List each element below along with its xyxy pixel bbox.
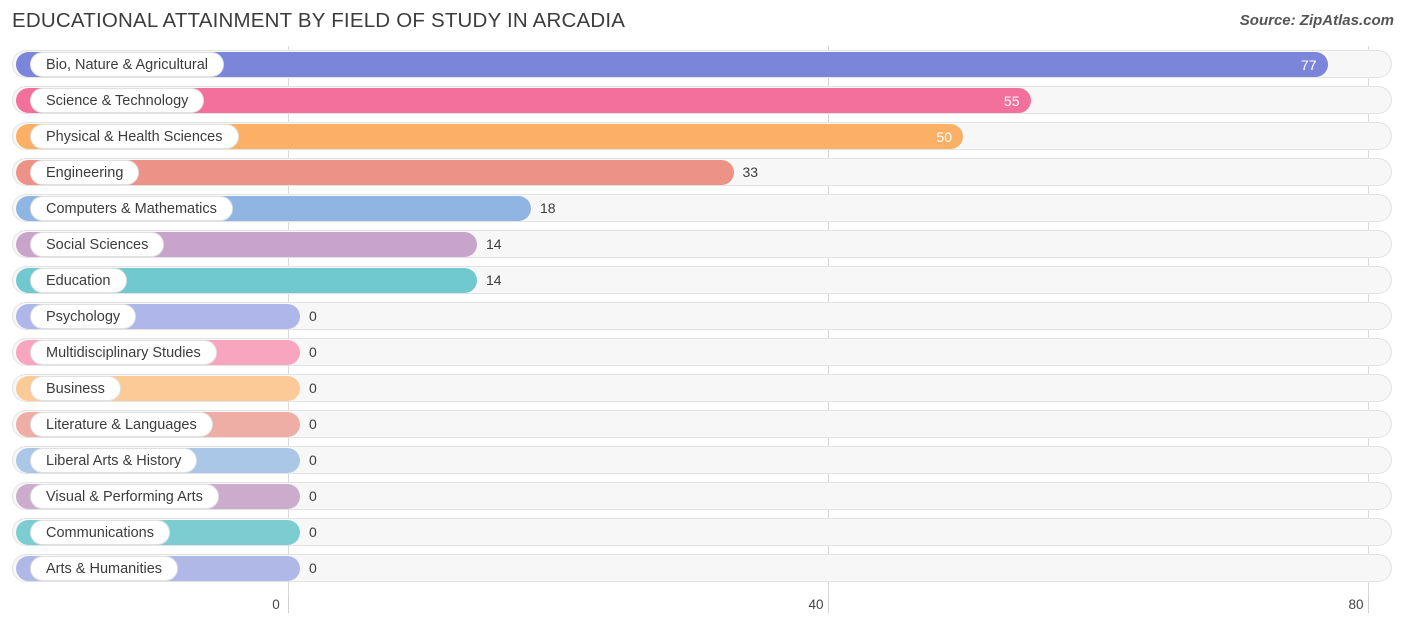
bar-value-label: 50 xyxy=(936,128,952,145)
chart-row[interactable]: 0 Arts & Humanities xyxy=(0,550,1406,586)
chart-row[interactable]: 77 Bio, Nature & Agricultural xyxy=(0,46,1406,82)
bar-value-label: 33 xyxy=(742,164,759,180)
bar-value-label: 14 xyxy=(486,272,502,288)
chart-row[interactable]: 50 Physical & Health Sciences xyxy=(0,118,1406,154)
chart-row[interactable]: 0 Communications xyxy=(0,514,1406,550)
category-label[interactable]: Engineering xyxy=(30,160,140,185)
bar-value-label: 18 xyxy=(540,200,556,216)
category-label[interactable]: Psychology xyxy=(30,304,137,329)
category-label[interactable]: Literature & Languages xyxy=(30,412,213,437)
plot-area: 77 Bio, Nature & Agricultural 55 Science & … xyxy=(0,46,1406,595)
category-label[interactable]: Visual & Performing Arts xyxy=(30,484,219,509)
bar-value-label: 0 xyxy=(309,308,317,324)
chart-header: EDUCATIONAL ATTAINMENT BY FIELD OF STUDY… xyxy=(0,0,1406,46)
chart-row[interactable]: 0 Liberal Arts & History xyxy=(0,442,1406,478)
chart-row[interactable]: 0 Literature & Languages xyxy=(0,406,1406,442)
category-label[interactable]: Business xyxy=(30,376,121,401)
category-label[interactable]: Arts & Humanities xyxy=(30,556,179,581)
category-label[interactable]: Multidisciplinary Studies xyxy=(30,340,217,365)
chart-row[interactable]: 0 Psychology xyxy=(0,298,1406,334)
chart-root: EDUCATIONAL ATTAINMENT BY FIELD OF STUDY… xyxy=(0,0,1406,631)
chart-row[interactable]: 14 Social Sciences xyxy=(0,226,1406,262)
bar-value-label: 0 xyxy=(309,524,317,540)
axis-tick-mark xyxy=(828,595,829,613)
category-label[interactable]: Physical & Health Sciences xyxy=(30,124,239,149)
bar-value-label: 55 xyxy=(1003,92,1020,109)
bar-value-label: 0 xyxy=(309,344,317,360)
bar-value-label: 14 xyxy=(486,236,502,252)
x-axis: 0 40 80 xyxy=(0,595,1406,631)
page-title: EDUCATIONAL ATTAINMENT BY FIELD OF STUDY… xyxy=(12,9,626,32)
bar-value-label: 0 xyxy=(309,488,317,504)
category-label[interactable]: Bio, Nature & Agricultural xyxy=(30,52,224,77)
category-label[interactable]: Social Sciences xyxy=(30,232,165,257)
category-label[interactable]: Computers & Mathematics xyxy=(30,196,233,221)
category-label[interactable]: Education xyxy=(30,268,127,293)
bar-value-label: 0 xyxy=(309,560,317,576)
category-label[interactable]: Science & Technology xyxy=(30,88,205,113)
chart-row[interactable]: 0 Business xyxy=(0,370,1406,406)
bar-value-label: 77 xyxy=(1300,56,1317,73)
source-attribution: Source: ZipAtlas.com xyxy=(1239,12,1394,29)
axis-tick-label: 0 xyxy=(272,597,280,612)
axis-tick-label: 40 xyxy=(808,597,824,612)
axis-tick-mark xyxy=(288,595,289,613)
bar-value-label: 0 xyxy=(309,380,317,396)
chart-row[interactable]: 14 Education xyxy=(0,262,1406,298)
chart-row[interactable]: 33 Engineering xyxy=(0,154,1406,190)
bar-value-label: 0 xyxy=(309,452,317,468)
chart-row[interactable]: 0 Visual & Performing Arts xyxy=(0,478,1406,514)
category-label[interactable]: Liberal Arts & History xyxy=(30,448,198,473)
category-label[interactable]: Communications xyxy=(30,520,170,545)
axis-tick-mark xyxy=(1368,595,1369,613)
chart-row[interactable]: 55 Science & Technology xyxy=(0,82,1406,118)
axis-tick-label: 80 xyxy=(1348,597,1364,612)
chart-row[interactable]: 18 Computers & Mathematics xyxy=(0,190,1406,226)
bar-value-label: 0 xyxy=(309,416,317,432)
chart-row[interactable]: 0 Multidisciplinary Studies xyxy=(0,334,1406,370)
